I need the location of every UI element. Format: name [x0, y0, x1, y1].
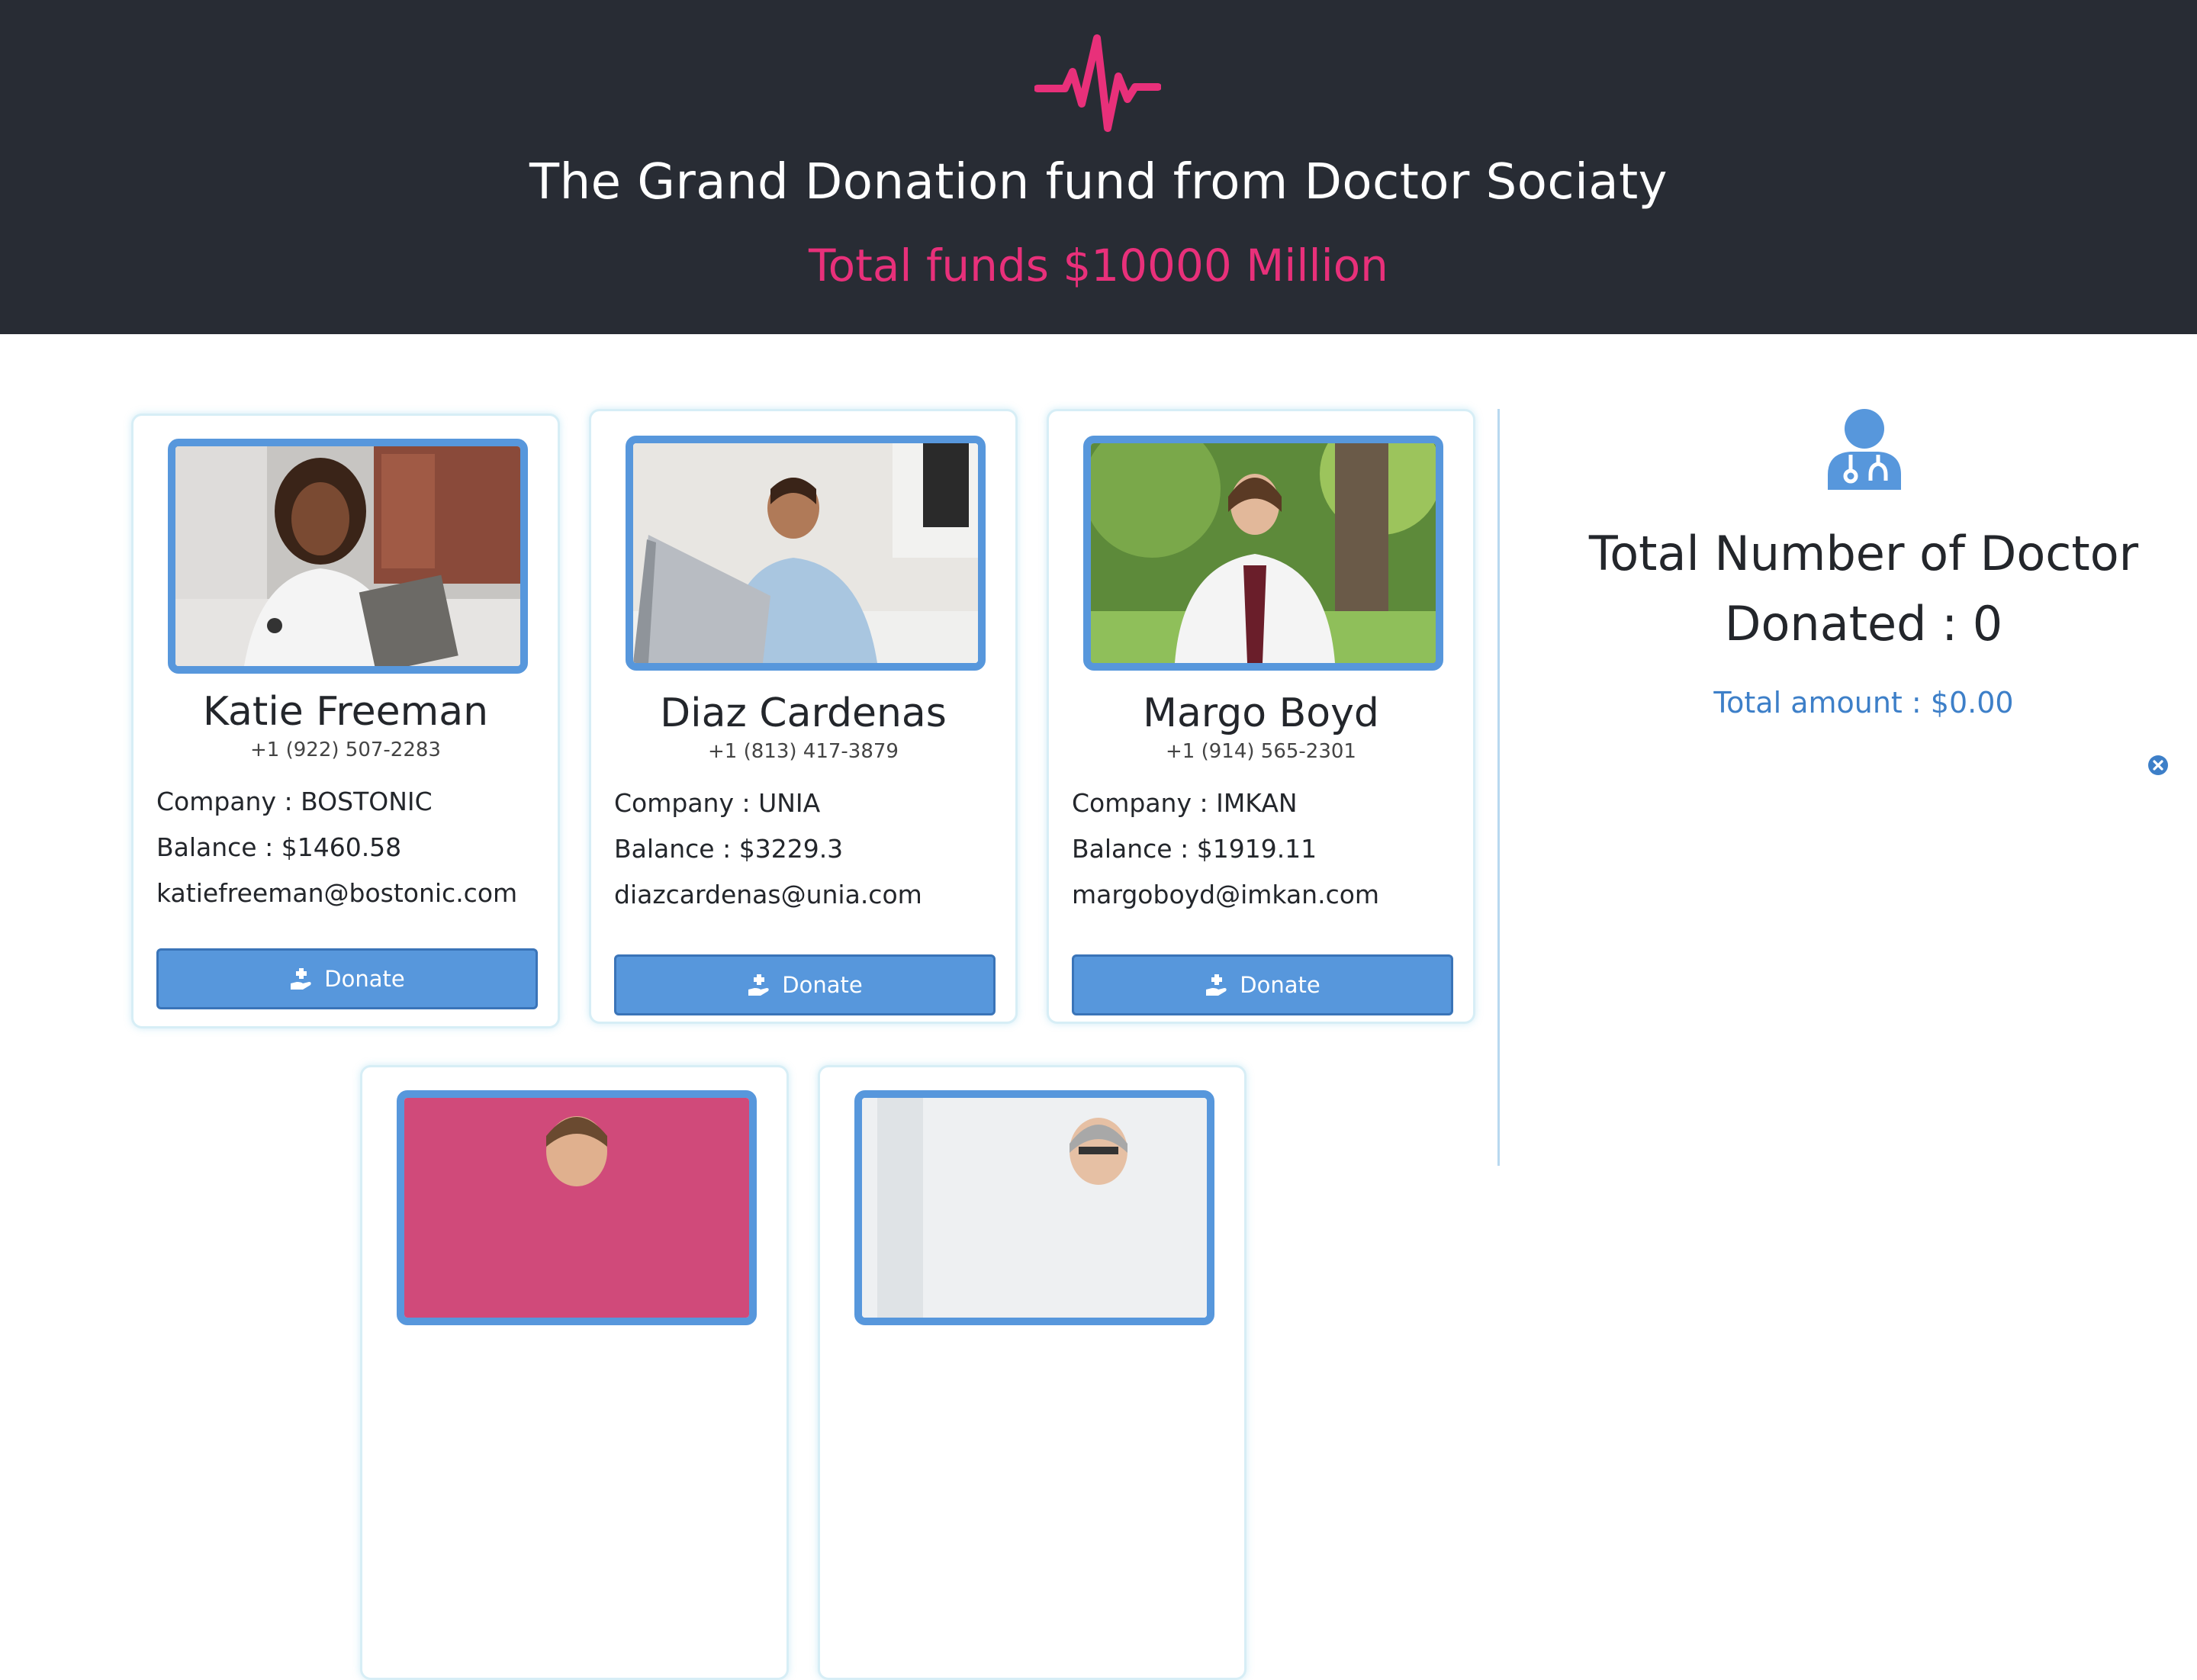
page-header: The Grand Donation fund from Doctor Soci…	[0, 0, 2197, 334]
hand-holding-medical-icon	[291, 968, 311, 990]
hand-holding-medical-icon	[748, 974, 769, 996]
donate-button[interactable]: Donate	[1072, 954, 1453, 1015]
doctor-name: Margo Boyd	[1143, 690, 1379, 736]
doctor-card	[818, 1065, 1246, 1680]
doctor-email: katiefreeman@bostonic.com	[156, 878, 518, 908]
doctor-phone: +1 (922) 507-2283	[250, 739, 441, 761]
doctor-photo	[397, 1090, 757, 1325]
doctor-name: Diaz Cardenas	[660, 690, 947, 736]
donate-label: Donate	[782, 972, 863, 998]
doctor-card: Katie Freeman +1 (922) 507-2283 Company …	[131, 414, 560, 1028]
vertical-divider	[1497, 409, 1500, 1166]
doctor-email: diazcardenas@unia.com	[614, 880, 922, 909]
doctor-card: Margo Boyd +1 (914) 565-2301 Company : I…	[1047, 409, 1475, 1024]
doctor-company: Company : BOSTONIC	[156, 787, 433, 816]
doctor-photo	[626, 436, 986, 671]
doctor-email: margoboyd@imkan.com	[1072, 880, 1380, 909]
doctor-phone: +1 (914) 565-2301	[1166, 740, 1356, 763]
total-funds: Total funds $10000 Million	[809, 240, 1388, 291]
page-title: The Grand Donation fund from Doctor Soci…	[529, 154, 1668, 211]
hand-holding-medical-icon	[1206, 974, 1227, 996]
doctor-company: Company : UNIA	[614, 788, 821, 818]
total-doctors-donated: Total Number of Doctor Donated : 0	[1588, 526, 2139, 652]
doctor-icon	[1828, 409, 1901, 490]
doctor-name: Katie Freeman	[202, 689, 489, 735]
donate-button[interactable]: Donate	[156, 948, 538, 1009]
doctor-balance: Balance : $1460.58	[156, 832, 402, 862]
donate-label: Donate	[1240, 972, 1320, 998]
donate-label: Donate	[324, 966, 405, 992]
doctor-card	[360, 1065, 789, 1680]
doctor-photo	[854, 1090, 1214, 1325]
doctor-phone: +1 (813) 417-3879	[708, 740, 899, 763]
heartbeat-pulse-icon	[1034, 34, 1161, 132]
doctor-photo	[168, 439, 528, 674]
doctor-balance: Balance : $1919.11	[1072, 834, 1317, 864]
total-amount: Total amount : $0.00	[1713, 686, 2014, 719]
close-icon[interactable]	[2148, 755, 2168, 775]
donate-button[interactable]: Donate	[614, 954, 996, 1015]
doctor-card: Diaz Cardenas +1 (813) 417-3879 Company …	[589, 409, 1018, 1024]
doctor-balance: Balance : $3229.3	[614, 834, 844, 864]
doctor-photo	[1083, 436, 1443, 671]
doctor-company: Company : IMKAN	[1072, 788, 1298, 818]
